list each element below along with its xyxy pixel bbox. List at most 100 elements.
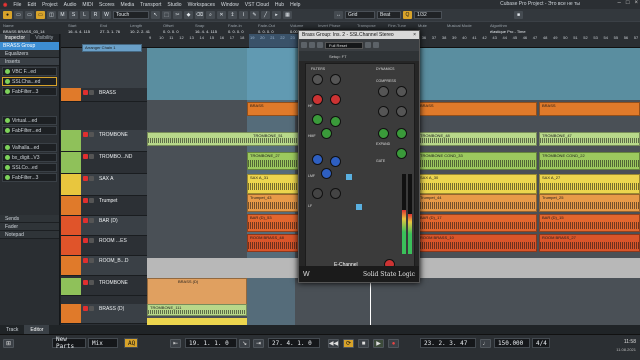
expand-threshold-knob[interactable] bbox=[396, 128, 407, 139]
mute-icon[interactable] bbox=[83, 258, 88, 263]
track-name[interactable]: SAX A bbox=[99, 176, 113, 182]
section-equalizers[interactable]: Equalizers bbox=[0, 50, 59, 58]
comp-release-knob[interactable] bbox=[378, 106, 389, 117]
solo-icon[interactable] bbox=[89, 280, 94, 285]
color-picker-icon[interactable]: ■ bbox=[514, 11, 523, 19]
menu-window[interactable]: Window bbox=[218, 2, 242, 8]
cycle-icon[interactable]: ⟳ bbox=[343, 339, 354, 348]
track-row[interactable]: TROMBONE bbox=[61, 130, 147, 152]
read-icon[interactable] bbox=[309, 42, 315, 48]
power-icon[interactable] bbox=[5, 155, 10, 160]
auto-quantize-button[interactable]: AQ bbox=[124, 338, 138, 348]
track-name[interactable]: TROMBONE bbox=[99, 132, 128, 138]
dyn-in-button[interactable] bbox=[356, 204, 362, 210]
time-warp-tool-icon[interactable]: ⌇ bbox=[239, 11, 248, 19]
solo-icon[interactable] bbox=[89, 238, 94, 243]
power-icon[interactable] bbox=[5, 69, 10, 74]
metronome-icon[interactable]: ♩ bbox=[480, 339, 491, 348]
draw-tool-icon[interactable]: ✎ bbox=[250, 11, 259, 19]
plugin-window[interactable]: Brass Group: Ins. 2 - SSLChannel Stereo ×… bbox=[298, 30, 420, 283]
lmf-gain-knob[interactable] bbox=[312, 154, 323, 165]
track-name[interactable]: ROOM ...ES bbox=[99, 238, 127, 244]
zoom-tool-icon[interactable]: ⌕ bbox=[206, 11, 215, 19]
windows-start-icon[interactable]: ⊞ bbox=[3, 339, 14, 348]
write-icon[interactable] bbox=[317, 42, 323, 48]
solo-icon[interactable] bbox=[89, 176, 94, 181]
hmf-gain-knob[interactable] bbox=[312, 114, 323, 125]
track-row[interactable]: BAR (D) bbox=[61, 216, 147, 236]
power-icon[interactable] bbox=[5, 128, 10, 133]
power-icon[interactable] bbox=[5, 118, 10, 123]
eq-in-button[interactable] bbox=[346, 174, 352, 180]
insert-slot-9[interactable]: FabFilter...3 bbox=[2, 173, 57, 182]
section-fader[interactable]: Fader bbox=[0, 223, 59, 231]
section-inserts[interactable]: Inserts bbox=[0, 58, 59, 66]
bypass-icon[interactable] bbox=[301, 42, 307, 48]
mute-icon[interactable] bbox=[83, 280, 88, 285]
hmf-freq-knob[interactable] bbox=[330, 116, 341, 127]
new-parts-select[interactable]: New Parts bbox=[52, 336, 86, 350]
go-to-right-locator-icon[interactable]: ⇥ bbox=[253, 339, 264, 348]
preset-menu-icon[interactable] bbox=[365, 42, 371, 48]
write-icon[interactable]: W bbox=[102, 11, 111, 19]
app-logo-icon[interactable]: ◉ bbox=[0, 2, 10, 8]
menu-help[interactable]: Help bbox=[287, 2, 303, 8]
insert-slot-2[interactable]: SSLCha...ed bbox=[2, 77, 57, 86]
right-locator-display[interactable]: 27. 4. 1. 0 bbox=[268, 338, 320, 348]
play-tool-icon[interactable]: ▸ bbox=[272, 11, 281, 19]
overview-toggle-icon[interactable]: ▭ bbox=[36, 11, 45, 19]
mute-icon[interactable] bbox=[83, 198, 88, 203]
power-icon[interactable] bbox=[5, 145, 10, 150]
automation-mode-select[interactable]: Touch bbox=[113, 11, 149, 19]
section-sends[interactable]: Sends bbox=[0, 215, 59, 223]
track-name[interactable]: ROOM_B...D bbox=[99, 258, 128, 264]
track-row[interactable]: BRASS (D) bbox=[61, 304, 147, 324]
track-name[interactable]: BAR (D) bbox=[99, 218, 118, 224]
close-icon[interactable]: × bbox=[413, 32, 416, 38]
track-name[interactable]: Trumpet bbox=[99, 198, 117, 204]
expand-range-knob[interactable] bbox=[378, 128, 389, 139]
erase-tool-icon[interactable]: ⌫ bbox=[195, 11, 204, 19]
lmf-freq-knob[interactable] bbox=[330, 156, 341, 167]
line-tool-icon[interactable]: ╱ bbox=[261, 11, 270, 19]
signature-display[interactable]: 4/4 bbox=[532, 338, 550, 348]
hmf-q-knob[interactable] bbox=[321, 128, 332, 139]
object-select-tool-icon[interactable]: ↖ bbox=[151, 11, 160, 19]
close-icon[interactable]: × bbox=[634, 0, 638, 6]
audio-part[interactable]: SAX A_27 bbox=[539, 174, 640, 194]
menu-transport[interactable]: Transport bbox=[137, 2, 164, 8]
settings-icon[interactable] bbox=[373, 42, 379, 48]
hf-freq-knob[interactable] bbox=[330, 94, 341, 105]
solo-icon[interactable]: S bbox=[69, 11, 78, 19]
insert-slot-4[interactable]: Virtual....ed bbox=[2, 116, 57, 125]
insert-slot-6[interactable]: Valhalla...ed bbox=[2, 143, 57, 152]
preset-selector[interactable]: Full Reset bbox=[325, 41, 363, 49]
glue-tool-icon[interactable]: ◆ bbox=[184, 11, 193, 19]
insert-slot-8[interactable]: SSLCo...ed bbox=[2, 163, 57, 172]
menu-hub[interactable]: Hub bbox=[272, 2, 287, 8]
track-row[interactable]: SAX A bbox=[61, 174, 147, 196]
split-tool-icon[interactable]: ✂ bbox=[173, 11, 182, 19]
track-name[interactable]: BRASS (D) bbox=[99, 306, 124, 312]
track-row[interactable]: Trumpet bbox=[61, 196, 147, 216]
tab-track[interactable]: Track bbox=[0, 325, 24, 334]
track-name[interactable]: TROMBONE bbox=[99, 280, 128, 286]
insert-slot-5[interactable]: FabFilter...ed bbox=[2, 126, 57, 135]
play-icon[interactable]: ▶ bbox=[373, 339, 384, 348]
rewind-icon[interactable]: ◀◀ bbox=[328, 339, 339, 348]
audio-part[interactable]: Trumpet_44 bbox=[417, 194, 537, 212]
solo-icon[interactable] bbox=[89, 218, 94, 223]
punch-in-icon[interactable]: ↘ bbox=[239, 339, 250, 348]
insert-slot-3[interactable]: FabFilter...3 bbox=[2, 87, 57, 96]
tab-editor[interactable]: Editor bbox=[24, 325, 50, 334]
position-display[interactable]: 23. 2. 3. 47 bbox=[420, 338, 476, 348]
lf-gain-knob[interactable] bbox=[312, 188, 323, 199]
menu-project[interactable]: Project bbox=[39, 2, 61, 8]
mute-icon[interactable] bbox=[83, 90, 88, 95]
mute-icon[interactable] bbox=[83, 218, 88, 223]
lmf-q-knob[interactable] bbox=[321, 168, 332, 179]
solo-icon[interactable] bbox=[89, 90, 94, 95]
track-row[interactable]: TROMBO...ND bbox=[61, 152, 147, 174]
insert-slot-7[interactable]: bx_digit...V3 bbox=[2, 153, 57, 162]
go-to-left-locator-icon[interactable]: ⇤ bbox=[170, 339, 181, 348]
